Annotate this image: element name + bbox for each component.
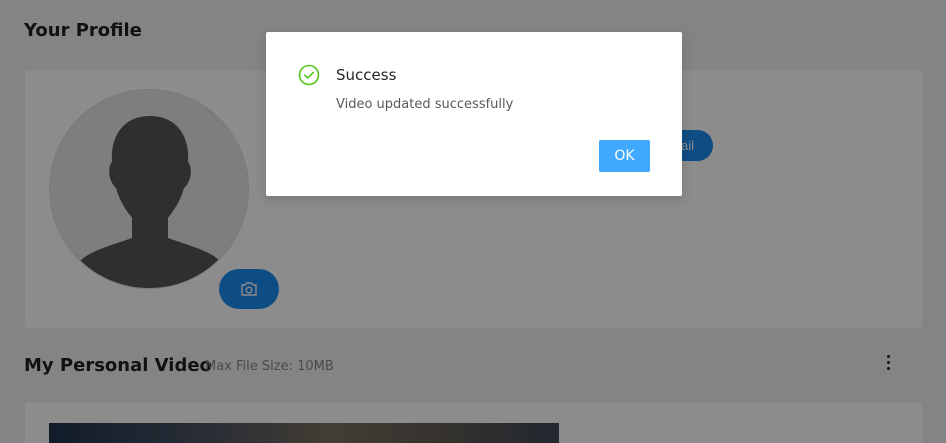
ok-button[interactable]: OK xyxy=(599,140,650,172)
modal-message: Video updated successfully xyxy=(336,97,514,112)
profile-page: Your Profile ail My Personal Video Max F… xyxy=(0,0,946,443)
modal-title: Success xyxy=(336,66,397,84)
check-circle-icon xyxy=(298,64,320,86)
success-modal: Success Video updated successfully OK xyxy=(266,32,682,196)
